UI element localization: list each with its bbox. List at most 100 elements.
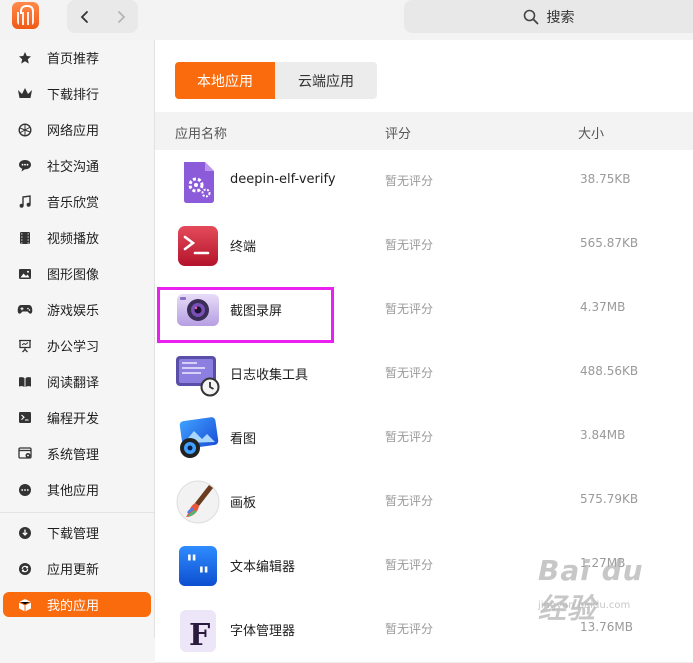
tab-cloud-apps[interactable]: 云端应用	[275, 62, 377, 99]
app-rating: 暂无评分	[385, 366, 434, 380]
sidebar-item-label: 图形图像	[47, 268, 100, 283]
sidebar-item-label: 其他应用	[47, 484, 100, 499]
app-rating: 暂无评分	[385, 174, 434, 188]
app-name: 看图	[230, 432, 257, 447]
sidebar-item-label: 下载排行	[47, 88, 100, 103]
table-row[interactable]: " " 文本编辑器 暂无评分 1.27MB	[155, 534, 693, 599]
music-note-icon	[19, 194, 31, 208]
refresh-icon	[19, 562, 31, 575]
app-rating: 暂无评分	[385, 430, 434, 444]
chevron-right-icon	[117, 10, 125, 23]
sidebar-item-ranking[interactable]: 下载排行	[3, 81, 151, 106]
app-name: 日志收集工具	[230, 368, 309, 383]
table-row[interactable]: 日志收集工具 暂无评分 488.56KB	[155, 342, 693, 407]
app-size: 565.87KB	[580, 236, 639, 250]
chevron-left-icon	[80, 10, 88, 23]
sidebar-item-my-apps[interactable]: 我的应用	[3, 592, 151, 617]
tab-local-apps[interactable]: 本地应用	[175, 62, 275, 99]
terminal-app-icon	[178, 226, 218, 266]
crown-icon	[18, 88, 32, 98]
app-size: 575.79KB	[580, 492, 639, 506]
sidebar-item-reading[interactable]: 阅读翻译	[3, 369, 151, 394]
app-name: deepin-elf-verify	[230, 172, 336, 187]
chat-icon	[19, 160, 31, 172]
table-row[interactable]: 看图 暂无评分 3.84MB	[155, 406, 693, 471]
app-name: 字体管理器	[230, 624, 296, 639]
font-manager-icon: F	[180, 610, 216, 653]
sidebar-item-video[interactable]: 视频播放	[3, 225, 151, 250]
column-header-rating: 评分	[385, 127, 412, 142]
box-icon	[18, 598, 32, 611]
search-input[interactable]: 搜索	[404, 0, 693, 33]
sidebar-item-graphics[interactable]: 图形图像	[3, 261, 151, 286]
more-icon	[19, 483, 31, 496]
sidebar-item-label: 社交沟通	[47, 160, 100, 175]
sidebar-item-updates[interactable]: 应用更新	[3, 556, 151, 581]
app-size: 13.76MB	[580, 620, 633, 634]
star-icon	[19, 51, 31, 64]
sidebar-item-label: 我的应用	[47, 599, 100, 614]
table-row[interactable]: deepin-elf-verify 暂无评分 38.75KB	[155, 150, 693, 215]
table-row[interactable]: 画板 暂无评分 575.79KB	[155, 470, 693, 535]
settings-file-icon	[184, 162, 214, 203]
app-rating: 暂无评分	[385, 494, 434, 508]
sidebar-item-music[interactable]: 音乐欣赏	[3, 189, 151, 214]
search-icon	[523, 9, 538, 24]
table-header: 应用名称 评分 大小	[155, 112, 693, 150]
app-size: 1.27MB	[580, 556, 626, 570]
log-collector-icon	[176, 356, 220, 397]
sidebar-item-label: 阅读翻译	[47, 376, 100, 391]
app-name: 文本编辑器	[230, 560, 296, 575]
app-store-logo-icon	[12, 2, 39, 29]
system-icon	[18, 447, 32, 459]
text-editor-icon: " "	[179, 546, 217, 589]
sidebar-item-games[interactable]: 游戏娱乐	[3, 297, 151, 322]
app-rating: 暂无评分	[385, 238, 434, 252]
column-header-name: 应用名称	[175, 127, 228, 142]
app-size: 4.37MB	[580, 300, 626, 314]
app-size: 488.56KB	[580, 364, 639, 378]
sidebar-item-system[interactable]: 系统管理	[3, 441, 151, 466]
sidebar-item-label: 视频播放	[47, 232, 100, 247]
sidebar-item-programming[interactable]: 编程开发	[3, 405, 151, 430]
forward-button[interactable]	[103, 0, 138, 33]
sidebar-item-home[interactable]: 首页推荐	[3, 45, 151, 70]
app-name: 终端	[230, 240, 257, 255]
svg-text:F: F	[189, 618, 210, 653]
search-label: 搜索	[546, 9, 575, 26]
sidebar-item-social[interactable]: 社交沟通	[3, 153, 151, 178]
app-rating: 暂无评分	[385, 302, 434, 316]
back-button[interactable]	[67, 0, 102, 33]
globe-icon	[18, 122, 32, 137]
presentation-icon	[19, 339, 31, 352]
app-size: 38.75KB	[580, 172, 631, 186]
draw-brush-icon	[176, 480, 220, 524]
app-rating: 暂无评分	[385, 558, 434, 572]
sidebar-item-downloads[interactable]: 下载管理	[3, 520, 151, 545]
sidebar-item-label: 网络应用	[47, 124, 100, 139]
app-name: 画板	[230, 496, 257, 511]
sidebar-item-network[interactable]: 网络应用	[3, 117, 151, 142]
sidebar-item-label: 办公学习	[47, 340, 100, 355]
sidebar-item-label: 首页推荐	[47, 52, 100, 67]
highlight-box	[157, 287, 334, 343]
sidebar: 首页推荐 下载排行 网络应用 社交沟通 音乐欣赏 视频播放 图形图像 游戏娱乐 …	[0, 40, 155, 638]
sidebar-item-others[interactable]: 其他应用	[3, 477, 151, 502]
terminal-icon	[19, 412, 31, 423]
app-rating: 暂无评分	[385, 622, 434, 636]
sidebar-item-label: 编程开发	[47, 412, 100, 427]
svg-text:": "	[198, 564, 209, 589]
sidebar-item-label: 系统管理	[47, 448, 100, 463]
table-row[interactable]: 终端 暂无评分 565.87KB	[155, 214, 693, 279]
image-icon	[19, 268, 31, 279]
gamepad-icon	[17, 305, 33, 314]
sidebar-item-label: 应用更新	[47, 563, 100, 578]
download-icon	[19, 526, 31, 539]
sidebar-item-label: 音乐欣赏	[47, 196, 100, 211]
app-size: 3.84MB	[580, 428, 626, 442]
film-icon	[20, 231, 30, 244]
table-row[interactable]: F 字体管理器 暂无评分 13.76MB	[155, 598, 693, 663]
column-header-size: 大小	[578, 127, 605, 142]
sidebar-item-label: 游戏娱乐	[47, 304, 100, 319]
sidebar-item-office[interactable]: 办公学习	[3, 333, 151, 358]
